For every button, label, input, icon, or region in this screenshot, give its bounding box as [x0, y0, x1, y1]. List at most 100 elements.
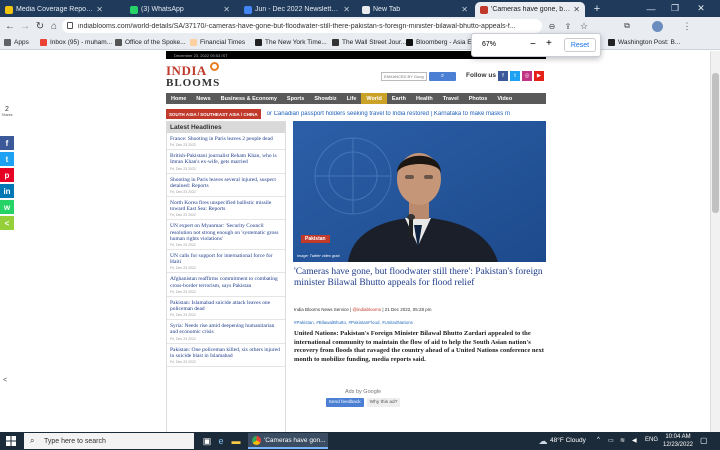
reload-icon[interactable]: ↻ — [33, 19, 47, 33]
headline-link[interactable]: Shooting in Paris leaves several injured… — [170, 177, 282, 189]
site-logo[interactable]: INDIA BLOOMS — [166, 62, 236, 96]
list-item[interactable]: British-Pakistani journalist Reham Khan,… — [167, 150, 285, 174]
headline-link[interactable]: France: Shooting in Paris leaves 2 peopl… — [170, 136, 282, 142]
browser-tab[interactable]: (3) WhatsApp ✕ — [125, 2, 235, 17]
browser-tab[interactable]: New Tab ✕ — [357, 2, 473, 17]
why-this-ad-button[interactable]: Why this ad? — [366, 398, 401, 407]
pinterest-icon[interactable]: p — [0, 168, 14, 182]
headline-link[interactable]: UN expert on Myanmar: 'Security Council … — [170, 223, 282, 242]
site-search-input[interactable]: ENHANCED BY Goog — [381, 72, 427, 81]
twitter-icon[interactable]: t — [0, 152, 14, 166]
share-collapse-icon[interactable]: < — [3, 377, 13, 387]
site-search-button[interactable]: ⌕ — [429, 72, 456, 81]
zoom-in-button[interactable]: + — [546, 38, 552, 49]
menu-item[interactable]: Video — [492, 93, 517, 104]
edge-icon[interactable]: e — [214, 434, 228, 448]
headline-link[interactable]: Afghanistan reaffirms commitment to comb… — [170, 276, 282, 288]
extensions-icon[interactable]: ⧉ — [620, 19, 634, 33]
bookmark-item[interactable]: The Wall Street Jour... — [332, 37, 406, 48]
file-explorer-icon[interactable]: ▬ — [229, 434, 243, 448]
menu-kebab-icon[interactable]: ⋮ — [680, 19, 694, 33]
volume-icon[interactable]: ◀ — [632, 437, 637, 444]
menu-item[interactable]: Showbiz — [309, 93, 341, 104]
task-view-icon[interactable]: ▣ — [200, 434, 214, 448]
hero-image[interactable]: Pakistan Image: Twitter video grab — [293, 121, 546, 262]
youtube-icon[interactable]: ▶ — [534, 71, 544, 81]
browser-tab[interactable]: 'Cameras have gone, but flood ✕ — [475, 2, 585, 17]
headline-link[interactable]: North Korea fires unspecified ballistic … — [170, 200, 282, 212]
facebook-icon[interactable]: f — [0, 136, 14, 150]
facebook-icon[interactable]: f — [498, 71, 508, 81]
menu-item[interactable]: World — [361, 93, 387, 104]
windows-start-icon[interactable] — [4, 434, 18, 448]
menu-item[interactable]: Business & Economy — [216, 93, 282, 104]
home-icon[interactable]: ⌂ — [47, 19, 61, 33]
menu-item[interactable]: Home — [166, 93, 191, 104]
tab-close-icon[interactable]: ✕ — [461, 5, 468, 14]
bookmark-star-icon[interactable]: ☆ — [577, 19, 591, 33]
list-item[interactable]: Syria: Needs rise amid deepening humanit… — [167, 320, 285, 344]
tab-close-icon[interactable]: ✕ — [573, 5, 580, 14]
language-indicator[interactable]: ENG — [645, 437, 658, 443]
headline-link[interactable]: Pakistan: Islamabad suicide attack leave… — [170, 300, 282, 312]
instagram-icon[interactable]: ◎ — [522, 71, 532, 81]
menu-item[interactable]: Health — [411, 93, 438, 104]
list-item[interactable]: Pakistan: One policeman killed, six othe… — [167, 344, 285, 368]
sharethis-icon[interactable]: < — [0, 216, 14, 230]
notifications-icon[interactable]: ▢ — [700, 436, 708, 445]
forward-icon[interactable]: → — [18, 19, 32, 33]
send-feedback-button[interactable]: Send feedback — [325, 398, 364, 407]
page-scrollbar[interactable] — [710, 51, 720, 432]
new-tab-button[interactable]: + — [590, 2, 604, 16]
wifi-icon[interactable]: ≋ — [620, 437, 625, 444]
minimize-icon[interactable]: — — [640, 0, 662, 17]
menu-item[interactable]: Travel — [438, 93, 464, 104]
bookmark-item[interactable]: Apps — [4, 37, 29, 48]
tray-chevron-icon[interactable]: ^ — [597, 437, 600, 443]
back-icon[interactable]: ← — [3, 19, 17, 33]
address-bar[interactable]: indiablooms.com/world-details/SA/37170/-… — [62, 19, 542, 33]
browser-tab[interactable]: Jun - Dec 2022 Newsletter - U ✕ — [239, 2, 355, 17]
list-item[interactable]: North Korea fires unspecified ballistic … — [167, 197, 285, 221]
maximize-icon[interactable]: ❐ — [664, 0, 686, 17]
section-tag[interactable]: SOUTH ASIA / SOUTHEAST ASIA / CHINA — [166, 109, 261, 119]
taskbar-search-input[interactable]: ⌕ Type here to search — [24, 433, 194, 449]
bookmark-item[interactable]: Washington Post: B... — [608, 37, 680, 48]
tab-close-icon[interactable]: ✕ — [96, 5, 103, 14]
news-ticker[interactable]: or Canadian passport holders seeking tra… — [267, 111, 510, 117]
bookmark-item[interactable]: Inbox (95) - muham... — [40, 37, 112, 48]
article-handle[interactable]: @indiablooms — [352, 307, 381, 312]
weather-text[interactable]: 48°F Cloudy — [550, 437, 586, 444]
list-item[interactable]: UN calls for support for international f… — [167, 250, 285, 274]
list-item[interactable]: Pakistan: Islamabad suicide attack leave… — [167, 297, 285, 321]
share-page-icon[interactable]: ⇪ — [561, 19, 575, 33]
headline-link[interactable]: British-Pakistani journalist Reham Khan,… — [170, 153, 282, 165]
taskbar-chrome-app[interactable]: 'Cameras have gon... — [248, 433, 328, 449]
zoom-icon[interactable]: ⊖ — [545, 19, 559, 33]
bookmark-item[interactable]: The New York Time... — [255, 37, 327, 48]
headline-link[interactable]: Pakistan: One policeman killed, six othe… — [170, 347, 282, 359]
article-hashtags[interactable]: #Pakistan, #BilawalBhutto, #PakistanFloo… — [294, 320, 546, 325]
menu-item[interactable]: Earth — [387, 93, 411, 104]
zoom-out-button[interactable]: − — [530, 39, 536, 50]
menu-item[interactable]: Photos — [464, 93, 493, 104]
network-icon[interactable]: ▭ — [608, 437, 614, 444]
taskbar-clock[interactable]: 10:04 AM 12/23/2022 — [662, 433, 694, 449]
menu-item[interactable]: Life — [342, 93, 362, 104]
headline-link[interactable]: UN calls for support for international f… — [170, 253, 282, 265]
article-tag-badge[interactable]: Pakistan — [301, 235, 330, 243]
tab-close-icon[interactable]: ✕ — [223, 5, 230, 14]
linkedin-icon[interactable]: in — [0, 184, 14, 198]
list-item[interactable]: France: Shooting in Paris leaves 2 peopl… — [167, 133, 285, 151]
menu-item[interactable]: Sports — [282, 93, 309, 104]
menu-item[interactable]: News — [191, 93, 215, 104]
zoom-reset-button[interactable]: Reset — [564, 38, 596, 52]
bookmark-item[interactable]: Financial Times — [190, 37, 245, 48]
whatsapp-icon[interactable]: w — [0, 200, 14, 214]
list-item[interactable]: UN expert on Myanmar: 'Security Council … — [167, 220, 285, 251]
list-item[interactable]: Shooting in Paris leaves several injured… — [167, 174, 285, 198]
list-item[interactable]: Afghanistan reaffirms commitment to comb… — [167, 273, 285, 297]
scrollbar-thumb[interactable] — [712, 73, 719, 213]
browser-tab[interactable]: Media Coverage Report on the ✕ — [0, 2, 108, 17]
profile-icon[interactable] — [650, 19, 664, 33]
